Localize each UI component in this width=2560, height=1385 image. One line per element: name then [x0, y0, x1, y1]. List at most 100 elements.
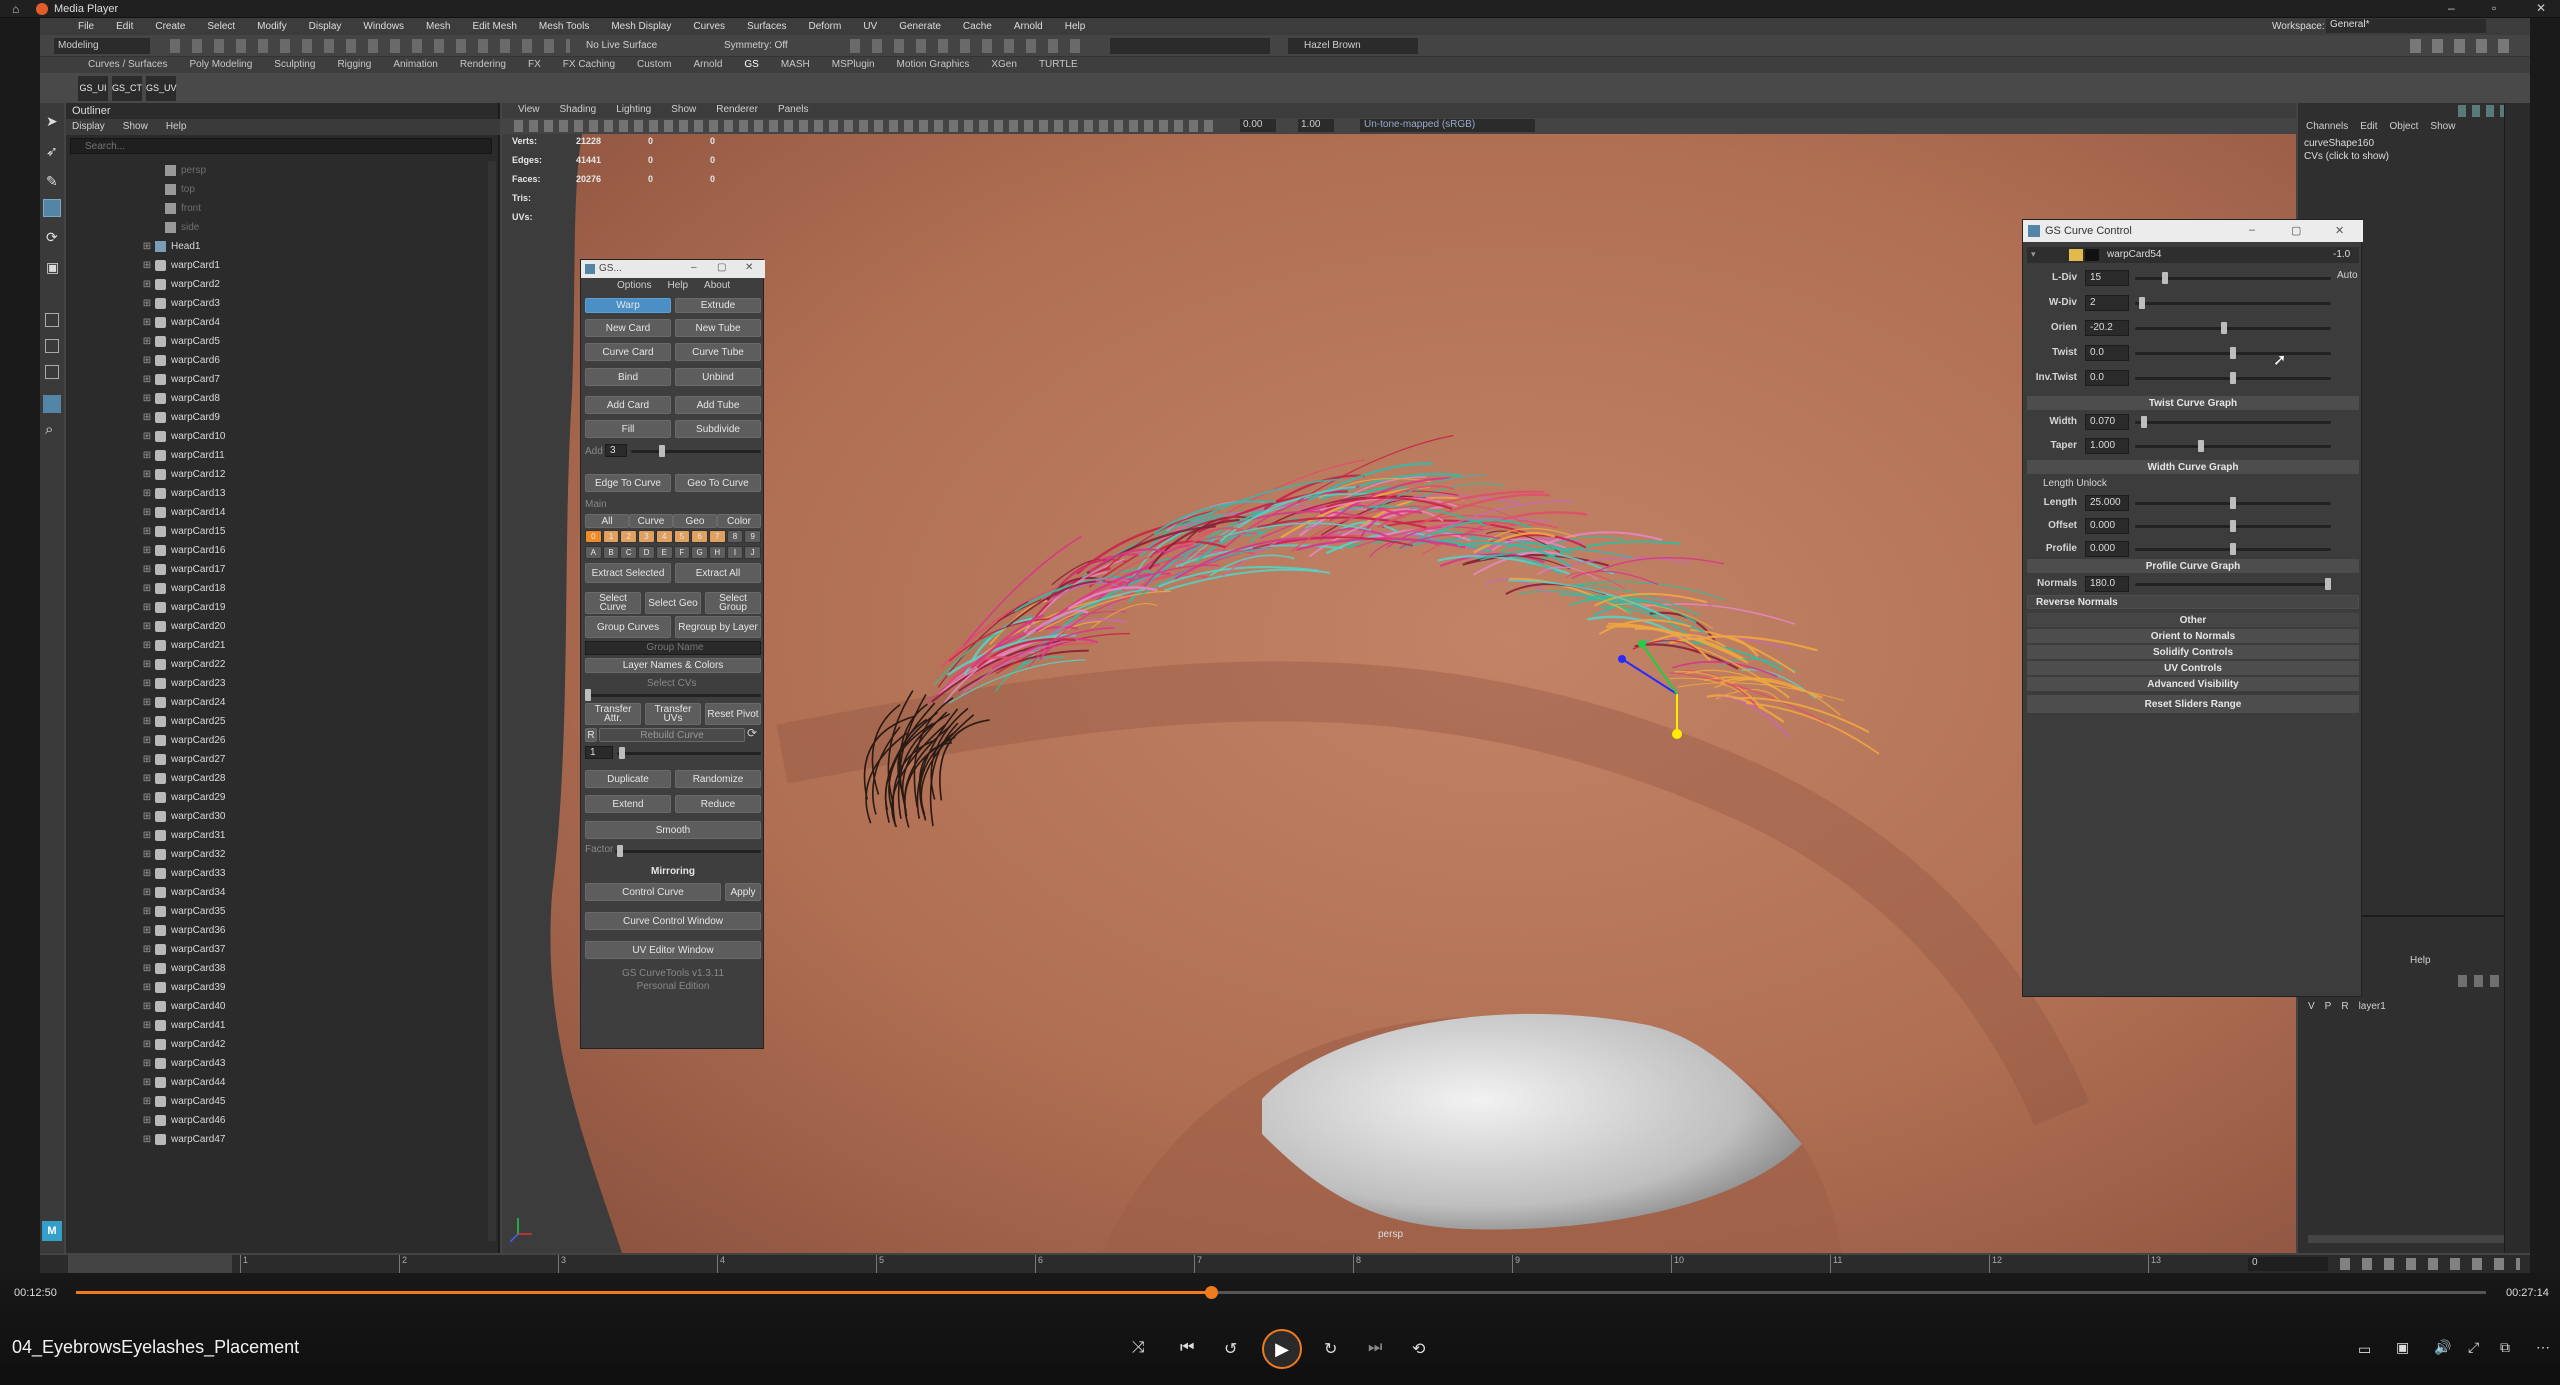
rebuild-r-toggle[interactable]: R: [585, 728, 597, 742]
shelf-tab-custom[interactable]: Custom: [637, 59, 671, 73]
expand-icon[interactable]: ⊞: [142, 298, 152, 309]
expand-icon[interactable]: ⊞: [142, 412, 152, 423]
outliner-item[interactable]: ⊞ warpCard36: [66, 921, 486, 940]
outliner-menu-show[interactable]: Show: [123, 121, 148, 135]
normals-slider[interactable]: [2135, 583, 2331, 586]
shelf-tab-arnold[interactable]: Arnold: [693, 59, 722, 73]
gs-uv-icon[interactable]: GS_UV: [146, 76, 177, 101]
menu-mesh-tools[interactable]: Mesh Tools: [539, 21, 589, 35]
expand-icon[interactable]: ⊞: [142, 849, 152, 860]
outliner-camera-item[interactable]: front: [66, 199, 486, 218]
move-tool-icon[interactable]: [43, 199, 61, 217]
outliner-item[interactable]: ⊞ warpCard29: [66, 788, 486, 807]
symmetry-select[interactable]: Symmetry: Off: [724, 40, 788, 51]
inv-twist-field[interactable]: 0.0: [2085, 370, 2129, 386]
outliner-item[interactable]: ⊞ warpCard34: [66, 883, 486, 902]
outliner-search-input[interactable]: [70, 138, 492, 154]
viewport-menu-lighting[interactable]: Lighting: [616, 104, 651, 118]
outliner-item[interactable]: ⊞ warpCard17: [66, 560, 486, 579]
l-div-slider-knob[interactable]: [2161, 272, 2168, 284]
bind-button[interactable]: Bind: [585, 368, 671, 386]
layer-help-menu[interactable]: Help: [2410, 955, 2431, 966]
expand-icon[interactable]: ⊞: [142, 1134, 152, 1145]
shelf-tab-rigging[interactable]: Rigging: [337, 59, 371, 73]
layer-number-7-button[interactable]: 7: [708, 530, 726, 543]
expand-icon[interactable]: ⊞: [142, 1001, 152, 1012]
fill-button[interactable]: Fill: [585, 420, 671, 438]
expand-icon[interactable]: ⊞: [142, 393, 152, 404]
twist-field[interactable]: 0.0: [2085, 345, 2129, 361]
layer-number-6-button[interactable]: 6: [691, 530, 708, 543]
menu-help[interactable]: Help: [1065, 21, 1086, 35]
filter-color-button[interactable]: Color: [717, 514, 761, 528]
channel-box-hscroll[interactable]: [2308, 1235, 2518, 1243]
rebuild-refresh-icon[interactable]: ⟳: [747, 726, 757, 740]
length-unlock-toggle[interactable]: Length Unlock: [2043, 478, 2107, 489]
apply-button[interactable]: Apply: [725, 883, 761, 901]
menu-mesh[interactable]: Mesh: [426, 21, 450, 35]
layer-letter-a-button[interactable]: A: [585, 546, 602, 559]
extract-all-button[interactable]: Extract All: [675, 563, 761, 583]
outliner-item[interactable]: ⊞ warpCard44: [66, 1073, 486, 1092]
normals-field[interactable]: 180.0: [2085, 576, 2129, 592]
magnify-icon[interactable]: ⌕: [45, 421, 53, 438]
rebuild-curve-button[interactable]: Rebuild Curve: [599, 728, 745, 742]
exposure-field[interactable]: 0.00: [1240, 119, 1276, 132]
menu-surfaces[interactable]: Surfaces: [747, 21, 786, 35]
layer-letter-h-button[interactable]: H: [708, 546, 726, 559]
gs-menu-options[interactable]: Options: [617, 280, 651, 294]
curve-tube-button[interactable]: Curve Tube: [675, 343, 761, 361]
command-input[interactable]: [1110, 38, 1270, 54]
layout-four-icon[interactable]: [45, 339, 59, 353]
menu-display[interactable]: Display: [309, 21, 342, 35]
expand-icon[interactable]: ⊞: [142, 1039, 152, 1050]
expand-icon[interactable]: ⊞: [142, 830, 152, 841]
viewport-menu-show[interactable]: Show: [671, 104, 696, 118]
outliner-item[interactable]: ⊞ warpCard39: [66, 978, 486, 997]
cast-icon[interactable]: ▣: [2396, 1339, 2409, 1356]
width-field[interactable]: 0.070: [2085, 414, 2129, 430]
menu-uv[interactable]: UV: [863, 21, 877, 35]
expand-icon[interactable]: ⊞: [142, 545, 152, 556]
layout-side-icon[interactable]: [45, 365, 59, 379]
outliner-item[interactable]: ⊞ warpCard2: [66, 275, 486, 294]
reset-pivot-button[interactable]: Reset Pivot: [705, 703, 761, 725]
expand-icon[interactable]: ⊞: [142, 716, 152, 727]
menu-arnold[interactable]: Arnold: [1014, 21, 1043, 35]
offset-slider-knob[interactable]: [2230, 520, 2236, 532]
warp-button[interactable]: Warp: [585, 298, 671, 313]
outliner-item[interactable]: ⊞ warpCard11: [66, 446, 486, 465]
layer-number-2-button[interactable]: 2: [620, 530, 638, 543]
width-curve-graph-section[interactable]: Width Curve Graph: [2027, 460, 2359, 474]
playback-controls[interactable]: [2340, 1258, 2520, 1270]
channel-show-menu[interactable]: Show: [2430, 121, 2455, 135]
duplicate-button[interactable]: Duplicate: [585, 770, 671, 788]
factor-slider-knob[interactable]: [617, 845, 623, 857]
outliner-item[interactable]: ⊞ warpCard19: [66, 598, 486, 617]
l-div-field[interactable]: 15: [2085, 270, 2129, 286]
curve-control-maximize[interactable]: ▢: [2291, 224, 2301, 237]
outliner-item[interactable]: ⊞ warpCard6: [66, 351, 486, 370]
expand-icon[interactable]: ⊞: [142, 279, 152, 290]
outliner-item[interactable]: ⊞ warpCard12: [66, 465, 486, 484]
expand-icon[interactable]: ⊞: [142, 469, 152, 480]
expand-icon[interactable]: ⊞: [142, 431, 152, 442]
outliner-item[interactable]: ⊞ warpCard4: [66, 313, 486, 332]
gs-ct-icon[interactable]: GS_CT: [112, 76, 142, 101]
expand-icon[interactable]: ⊞: [142, 906, 152, 917]
outliner-item[interactable]: ⊞ warpCard45: [66, 1092, 486, 1111]
w-div-slider[interactable]: [2135, 302, 2331, 305]
menu-windows[interactable]: Windows: [363, 21, 404, 35]
fullscreen-icon[interactable]: ⤢: [2468, 1339, 2479, 1356]
expand-icon[interactable]: ⊞: [142, 564, 152, 575]
viewport-menu-panels[interactable]: Panels: [778, 104, 809, 118]
gs-menu-about[interactable]: About: [704, 280, 730, 294]
inv-twist-slider-knob[interactable]: [2230, 372, 2236, 384]
color-swatch-black[interactable]: [2085, 249, 2099, 261]
rebuild-slider-knob[interactable]: [619, 747, 625, 759]
layout-outliner-icon[interactable]: [43, 395, 61, 413]
expand-icon[interactable]: ⊞: [142, 317, 152, 328]
menu-modify[interactable]: Modify: [257, 21, 286, 35]
outliner-item[interactable]: ⊞ warpCard15: [66, 522, 486, 541]
length-slider-knob[interactable]: [2230, 497, 2236, 509]
